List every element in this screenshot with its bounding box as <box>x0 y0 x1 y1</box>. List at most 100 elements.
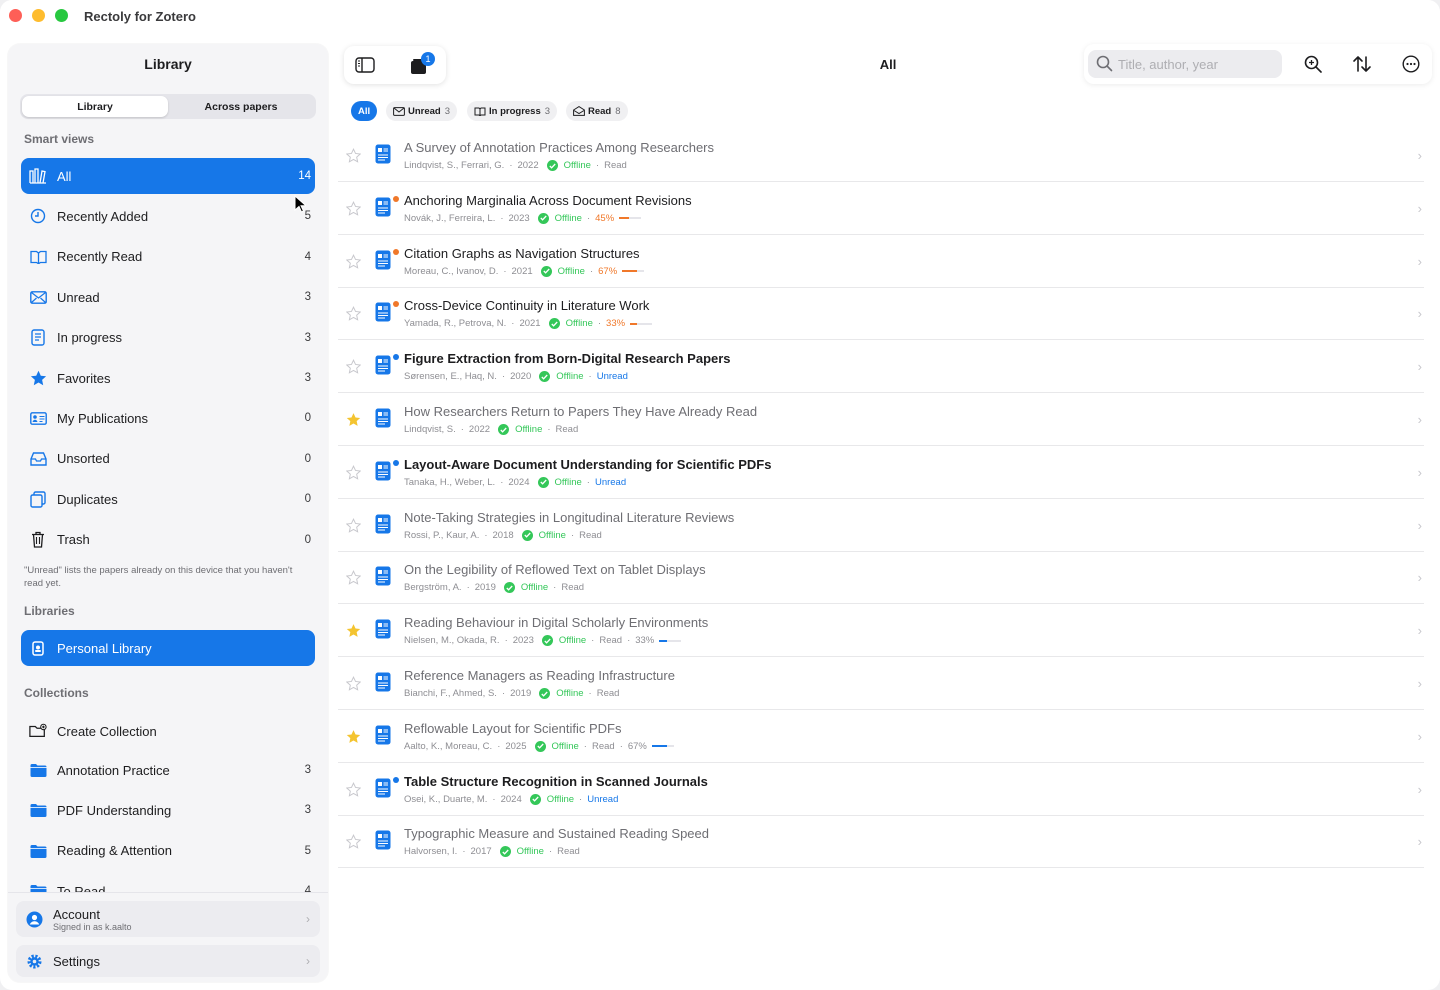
folder-icon <box>29 801 47 819</box>
libraries-heading: Libraries <box>24 604 75 618</box>
filter-unread[interactable]: Unread 3 <box>386 101 458 121</box>
tab-library[interactable]: Library <box>22 96 168 117</box>
paper-authors: Bergström, A. <box>404 582 462 594</box>
star-filled-icon[interactable] <box>346 412 362 428</box>
sidebar-item-recently-added[interactable]: Recently Added 5 <box>21 198 315 234</box>
search-input[interactable]: Title, author, year <box>1088 50 1282 78</box>
separator: · <box>619 740 623 752</box>
filter-read[interactable]: Read 8 <box>566 101 628 121</box>
sidebar-title: Library <box>144 56 192 72</box>
collection-label: Reading & Attention <box>57 843 172 859</box>
minimize-window-button[interactable] <box>32 9 45 22</box>
paper-row[interactable]: Note-Taking Strategies in Longitudinal L… <box>338 500 1424 552</box>
filter-all[interactable]: All <box>351 101 378 121</box>
paper-row[interactable]: Reading Behaviour in Digital Scholarly E… <box>338 605 1424 658</box>
paper-row[interactable]: A Survey of Annotation Practices Among R… <box>338 130 1424 182</box>
separator: · <box>553 582 557 594</box>
paper-row[interactable]: Reflowable Layout for Scientific PDFs Aal… <box>338 711 1424 763</box>
sidebar-item-all[interactable]: All 14 <box>21 158 315 194</box>
star-outline-icon[interactable] <box>345 834 362 850</box>
paper-row[interactable]: Cross-Device Continuity in Literature Wo… <box>338 288 1424 341</box>
star-outline-icon[interactable] <box>345 676 362 692</box>
settings-button[interactable]: Settings › <box>16 945 320 977</box>
star-outline-icon[interactable] <box>345 464 362 481</box>
checkmark-circle-icon <box>546 160 558 171</box>
toggle-sidebar-button[interactable] <box>353 53 377 77</box>
paper-row[interactable]: Reference Managers as Reading Infrastruc… <box>338 658 1424 710</box>
sidebar-item-favorites[interactable]: Favorites 3 <box>21 360 315 396</box>
sidebar-item-label: My Publications <box>57 410 149 426</box>
sidebar-item-unsorted[interactable]: Unsorted 0 <box>21 441 315 477</box>
sidebar-item-duplicates[interactable]: Duplicates 0 <box>21 481 315 517</box>
paper-row[interactable]: How Researchers Return to Papers They Ha… <box>338 394 1424 446</box>
sort-button[interactable] <box>1350 52 1374 76</box>
separator: · <box>509 160 513 171</box>
close-window-button[interactable] <box>9 9 22 22</box>
read-state: Read <box>555 424 579 435</box>
separator: · <box>570 529 575 541</box>
separator: · <box>500 476 504 488</box>
sidebar-segmented-control: Library Across papers <box>20 94 316 119</box>
star-outline-icon[interactable] <box>345 517 362 534</box>
filter-label: All <box>358 105 371 117</box>
paper-meta: Tanaka, H., Weber, L. · 2024 Offline · Unread <box>404 476 626 488</box>
collection-item[interactable]: Annotation Practice 3 <box>21 752 315 788</box>
create-collection-button[interactable]: Create Collection <box>21 713 315 749</box>
more-button[interactable] <box>1399 52 1423 76</box>
separator: · <box>497 740 501 752</box>
separator: · <box>466 582 470 594</box>
star-outline-icon[interactable] <box>345 781 362 798</box>
star-outline-icon[interactable] <box>345 306 362 322</box>
offline-status: Offline <box>516 846 544 858</box>
star-filled-icon[interactable] <box>346 623 362 639</box>
collection-item[interactable]: Reading & Attention 5 <box>21 833 315 869</box>
tray-icon <box>29 450 47 468</box>
checkmark-circle-icon <box>534 740 546 752</box>
separator: · <box>589 265 594 277</box>
checkmark-circle-icon <box>521 529 533 541</box>
in-progress-dot <box>393 248 399 255</box>
separator: · <box>503 265 507 277</box>
filter-in-progress[interactable]: In progress 3 <box>467 101 558 121</box>
pdf-document-icon <box>375 250 391 270</box>
paper-row[interactable]: On the Legibility of Reflowed Text on Ta… <box>338 552 1424 605</box>
list-title: All <box>879 57 897 72</box>
star-outline-icon[interactable] <box>345 253 362 270</box>
paper-row[interactable]: Anchoring Marginalia Across Document Rev… <box>338 183 1424 235</box>
account-button[interactable]: Account Signed in as k.aalto › <box>16 901 320 937</box>
search-placeholder: Title, author, year <box>1118 56 1218 72</box>
sidebar-item-personal-library[interactable]: Personal Library <box>21 630 315 666</box>
collection-item[interactable]: PDF Understanding 3 <box>21 792 315 828</box>
paper-row[interactable]: Figure Extraction from Born-Digital Rese… <box>338 341 1424 394</box>
paper-row[interactable]: Table Structure Recognition in Scanned J… <box>338 764 1424 816</box>
paper-row[interactable]: Layout-Aware Document Understanding for … <box>338 447 1424 499</box>
paper-authors: Nielsen, M., Okada, R. <box>404 635 500 647</box>
filter-count: 3 <box>444 105 451 117</box>
tab-across-papers[interactable]: Across papers <box>168 96 314 117</box>
person-circle-icon <box>25 910 43 928</box>
star-outline-icon[interactable] <box>345 200 362 217</box>
checkmark-circle-icon <box>540 265 552 277</box>
star-outline-icon[interactable] <box>345 148 362 164</box>
checkmark-circle-icon <box>537 476 549 488</box>
pdf-document-icon <box>375 619 391 639</box>
sidebar-item-in-progress[interactable]: In progress 3 <box>21 320 315 356</box>
paper-authors: Bianchi, F., Ahmed, S. <box>404 688 497 699</box>
paper-row[interactable]: Typographic Measure and Sustained Readin… <box>338 816 1424 869</box>
star-outline-icon[interactable] <box>345 570 362 586</box>
zoom-window-button[interactable] <box>55 9 68 22</box>
sidebar-item-unread[interactable]: Unread 3 <box>21 279 315 315</box>
paper-year: 2022 <box>517 160 539 171</box>
sidebar-item-recently-read[interactable]: Recently Read 4 <box>21 239 315 275</box>
folder-plus-icon <box>29 722 47 740</box>
zoom-search-button[interactable] <box>1301 52 1325 76</box>
separator: · <box>588 371 592 383</box>
sidebar-item-my-publications[interactable]: My Publications 0 <box>21 400 315 436</box>
star-filled-icon[interactable] <box>346 729 362 745</box>
paper-meta: Sørensen, E., Haq, N. · 2020 Offline · Unread <box>404 371 628 383</box>
sidebar-item-trash[interactable]: Trash 0 <box>21 522 315 558</box>
paper-row[interactable]: Citation Graphs as Navigation Structures… <box>338 236 1424 288</box>
pdf-document-icon <box>375 725 391 745</box>
chevron-right-icon: › <box>1417 200 1422 216</box>
star-outline-icon[interactable] <box>345 359 362 375</box>
